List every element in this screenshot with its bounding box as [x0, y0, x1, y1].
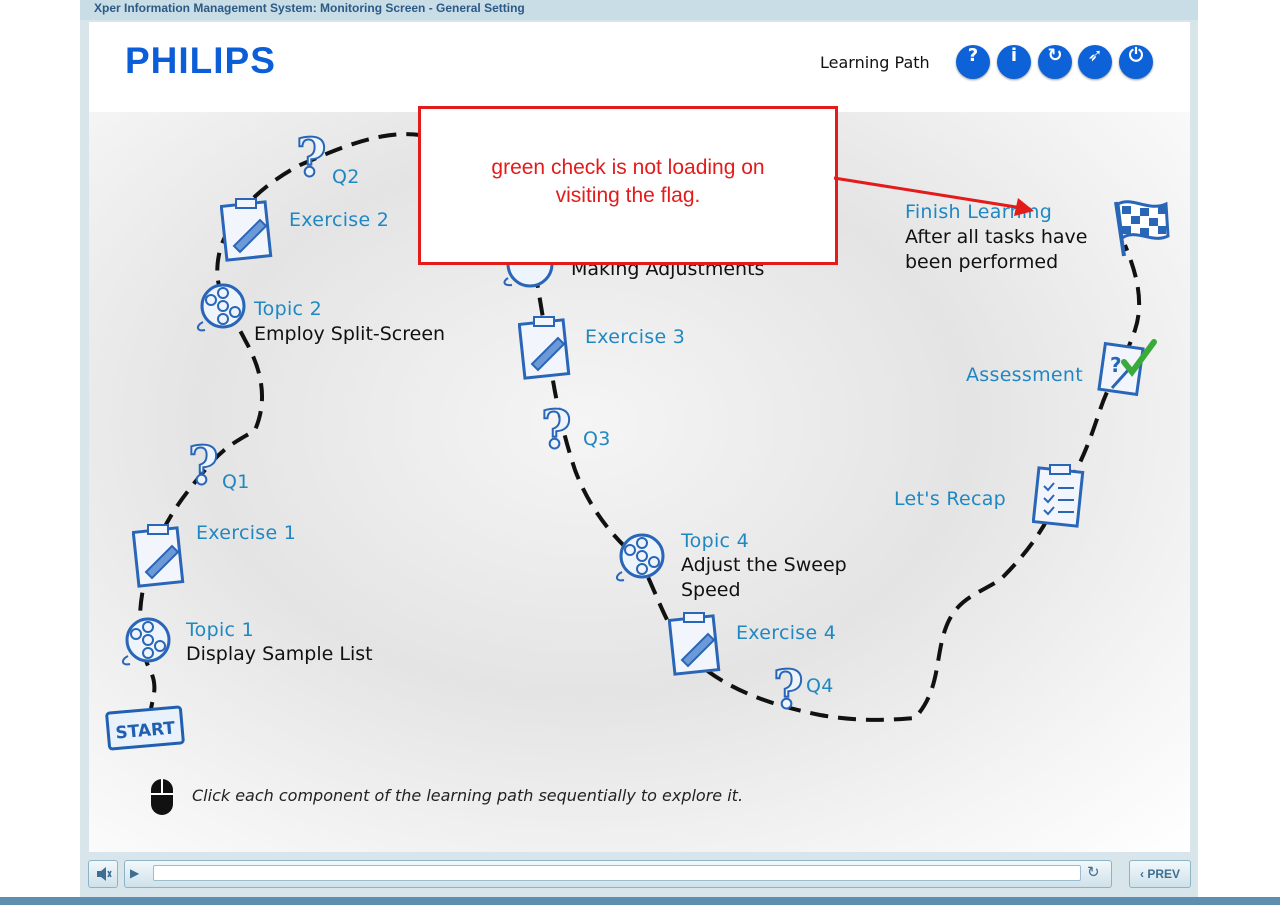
- mute-button[interactable]: [88, 860, 118, 888]
- q2-label[interactable]: Q2: [332, 166, 360, 188]
- replay-icon[interactable]: ↻: [1038, 45, 1072, 79]
- exercise3-label[interactable]: Exercise 3: [585, 326, 685, 348]
- annotation-text: green check is not loading on visiting t…: [418, 154, 838, 210]
- prev-label: PREV: [1147, 867, 1181, 881]
- q2-question-icon[interactable]: ?: [295, 127, 328, 190]
- exercise2-clipboard-icon[interactable]: [220, 196, 276, 262]
- topic2-subtitle: Employ Split-Screen: [254, 323, 446, 345]
- assessment-label[interactable]: Assessment: [966, 364, 1083, 386]
- topic2-title[interactable]: Topic 2: [254, 298, 322, 320]
- finish-subtitle-line2: been performed: [905, 251, 1059, 273]
- finish-subtitle-line1: After all tasks have: [905, 226, 1088, 248]
- section-label: Learning Path: [820, 53, 930, 72]
- topic4-subtitle-line2: Speed: [681, 579, 741, 601]
- q4-question-icon[interactable]: ?: [772, 659, 805, 722]
- topic1-subtitle: Display Sample List: [186, 643, 373, 665]
- q3-label[interactable]: Q3: [583, 428, 611, 450]
- help-icon[interactable]: ?: [956, 45, 990, 79]
- exercise2-label[interactable]: Exercise 2: [289, 209, 389, 231]
- philips-logo: PHILIPS: [125, 40, 276, 81]
- mouse-icon: [151, 779, 173, 815]
- speaker-icon: [97, 867, 112, 881]
- topic1-reel-icon[interactable]: [118, 616, 174, 668]
- recap-checklist-icon[interactable]: [1032, 462, 1088, 528]
- prev-button[interactable]: ‹ PREV: [1129, 860, 1191, 888]
- progress-track[interactable]: [153, 865, 1081, 881]
- power-icon[interactable]: ⏻: [1119, 45, 1153, 79]
- window-title: Xper Information Management System: Moni…: [94, 1, 525, 15]
- topic4-title[interactable]: Topic 4: [681, 530, 749, 552]
- replay-small-icon[interactable]: ↻: [1087, 863, 1100, 881]
- title-bar: Xper Information Management System: Moni…: [80, 0, 1198, 20]
- play-icon[interactable]: ▶: [130, 866, 139, 880]
- exercise4-label[interactable]: Exercise 4: [736, 622, 836, 644]
- exercise3-clipboard-icon[interactable]: [518, 314, 574, 380]
- q1-question-icon[interactable]: ?: [187, 435, 220, 498]
- exercise1-clipboard-icon[interactable]: [132, 522, 188, 588]
- topic4-subtitle-line1: Adjust the Sweep: [681, 554, 847, 576]
- taskbar: [0, 897, 1280, 905]
- exercise1-label[interactable]: Exercise 1: [196, 522, 296, 544]
- start-sign-icon[interactable]: START: [105, 704, 187, 752]
- recap-label[interactable]: Let's Recap: [894, 488, 1006, 510]
- topic2-reel-icon[interactable]: [193, 282, 249, 334]
- topic1-title[interactable]: Topic 1: [186, 619, 254, 641]
- q3-question-icon[interactable]: ?: [540, 399, 573, 462]
- annotation-line2: visiting the flag.: [555, 184, 701, 207]
- q1-label[interactable]: Q1: [222, 471, 250, 493]
- annotation-arrow: [833, 176, 1034, 216]
- instruction-text: Click each component of the learning pat…: [192, 786, 744, 805]
- topic4-reel-icon[interactable]: [612, 532, 668, 584]
- svg-text:?: ?: [1110, 353, 1122, 377]
- q4-label[interactable]: Q4: [806, 675, 834, 697]
- finish-flag-icon[interactable]: [1108, 196, 1174, 260]
- info-icon[interactable]: i: [997, 45, 1031, 79]
- annotation-line1: green check is not loading on: [491, 156, 765, 179]
- assessment-icon[interactable]: ?: [1096, 336, 1162, 400]
- compass-icon[interactable]: ➶: [1078, 45, 1112, 79]
- exercise4-clipboard-icon[interactable]: [668, 610, 724, 676]
